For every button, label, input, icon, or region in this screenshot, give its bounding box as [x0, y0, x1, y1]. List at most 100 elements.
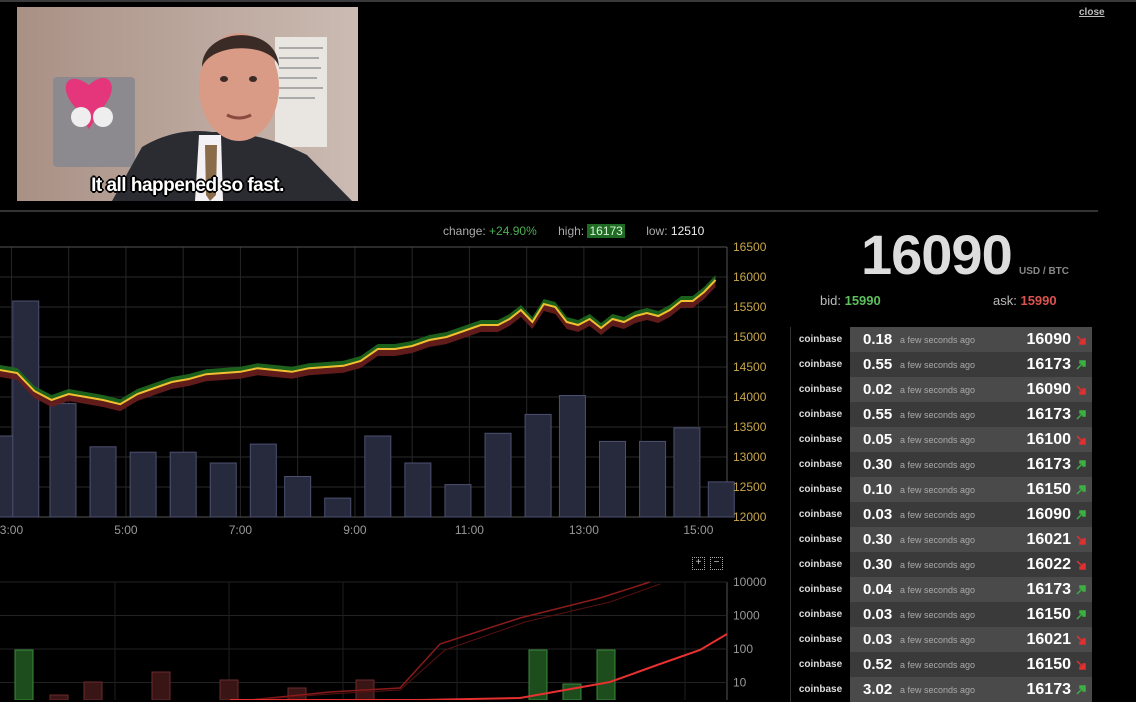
trade-row[interactable]: coinbase 0.30 a few seconds ago 16173	[790, 452, 1092, 477]
trade-exchange: coinbase	[790, 502, 850, 527]
volume-bar	[558, 395, 586, 518]
y-tick-label: 15000	[733, 330, 767, 344]
bid-label: bid:	[820, 293, 841, 308]
trade-body: 0.02 a few seconds ago 16090	[850, 377, 1092, 402]
trade-row[interactable]: coinbase 0.55 a few seconds ago 16173	[790, 352, 1092, 377]
trade-row[interactable]: coinbase 3.02 a few seconds ago 16173	[790, 677, 1092, 702]
trade-price: 16173	[1026, 405, 1072, 423]
arrow-down-icon	[1076, 384, 1086, 395]
trade-exchange: coinbase	[790, 527, 850, 552]
arrow-down-icon	[1076, 559, 1086, 570]
depth-bar	[219, 679, 239, 700]
trade-exchange: coinbase	[790, 552, 850, 577]
trade-exchange: coinbase	[790, 577, 850, 602]
trade-amount: 0.18	[863, 331, 893, 348]
arrow-up-icon	[1076, 584, 1086, 595]
trade-exchange: coinbase	[790, 327, 850, 352]
trade-body: 0.30 a few seconds ago 16021	[850, 527, 1092, 552]
trade-exchange: coinbase	[790, 627, 850, 652]
trade-body: 0.55 a few seconds ago 16173	[850, 352, 1092, 377]
y-tick-label: 16000	[733, 270, 767, 284]
x-tick-label: 7:00	[229, 523, 253, 537]
volume-bar	[209, 462, 237, 518]
trade-row[interactable]: coinbase 0.03 a few seconds ago 16150	[790, 602, 1092, 627]
depth-bar	[83, 681, 103, 700]
price-unit: USD / BTC	[1019, 266, 1069, 277]
volume-bar	[524, 413, 552, 518]
volume-bar	[49, 403, 77, 518]
trade-price: 16173	[1026, 680, 1072, 698]
volume-bar	[284, 476, 312, 518]
trade-row[interactable]: coinbase 0.30 a few seconds ago 16022	[790, 552, 1092, 577]
trade-time: a few seconds ago	[900, 484, 976, 495]
trade-price: 16150	[1026, 480, 1072, 498]
y-tick-label: 13000	[733, 450, 767, 464]
trade-time: a few seconds ago	[900, 334, 976, 345]
x-tick-label: 3:00	[0, 523, 23, 537]
trade-body: 3.02 a few seconds ago 16173	[850, 677, 1092, 702]
ask-display: ask: 15990	[993, 293, 1057, 308]
trade-row[interactable]: coinbase 0.03 a few seconds ago 16090	[790, 502, 1092, 527]
trade-row[interactable]: coinbase 0.18 a few seconds ago 16090	[790, 327, 1092, 352]
trade-time: a few seconds ago	[900, 409, 976, 420]
trade-amount: 0.30	[863, 456, 893, 473]
trade-row[interactable]: coinbase 0.02 a few seconds ago 16090	[790, 377, 1092, 402]
trade-time: a few seconds ago	[900, 534, 976, 545]
last-price: 16090	[861, 223, 1013, 286]
volume-bar	[89, 446, 117, 518]
x-tick-label: 11:00	[455, 523, 484, 537]
volume-bar	[404, 462, 432, 518]
change-value: +24.90%	[489, 224, 537, 238]
section-divider	[0, 210, 1098, 212]
close-link[interactable]: close	[1079, 7, 1105, 18]
trade-amount: 3.02	[863, 681, 893, 698]
arrow-up-icon	[1076, 684, 1086, 695]
trade-body: 0.03 a few seconds ago 16090	[850, 502, 1092, 527]
y-tick-label: 13500	[733, 420, 767, 434]
trade-row[interactable]: coinbase 0.52 a few seconds ago 16150	[790, 652, 1092, 677]
high-value: 16173	[587, 224, 625, 238]
trade-time: a few seconds ago	[900, 509, 976, 520]
trade-exchange: coinbase	[790, 402, 850, 427]
volume-bar	[12, 300, 40, 518]
trade-row[interactable]: coinbase 0.04 a few seconds ago 16173	[790, 577, 1092, 602]
trade-row[interactable]: coinbase 0.05 a few seconds ago 16100	[790, 427, 1092, 452]
x-tick-label: 13:00	[569, 523, 599, 537]
trade-row[interactable]: coinbase 0.55 a few seconds ago 16173	[790, 402, 1092, 427]
trade-exchange: coinbase	[790, 377, 850, 402]
trade-time: a few seconds ago	[900, 559, 976, 570]
trade-amount: 0.30	[863, 556, 893, 573]
volume-bar	[364, 435, 392, 518]
depth-bar	[528, 649, 548, 700]
trade-exchange: coinbase	[790, 477, 850, 502]
arrow-down-icon	[1076, 334, 1086, 345]
trade-row[interactable]: coinbase 0.30 a few seconds ago 16021	[790, 527, 1092, 552]
trade-time: a few seconds ago	[900, 684, 976, 695]
y-tick-label: 10000	[733, 575, 767, 589]
zoom-out-button[interactable]: −	[710, 557, 723, 570]
x-tick-label: 5:00	[114, 523, 138, 537]
depth-chart[interactable]: 10 100 1000 10000	[0, 572, 780, 700]
trade-price: 16090	[1026, 380, 1072, 398]
arrow-up-icon	[1076, 509, 1086, 520]
arrow-down-icon	[1076, 659, 1086, 670]
trade-row[interactable]: coinbase 0.03 a few seconds ago 16021	[790, 627, 1092, 652]
volume-bar	[169, 451, 197, 518]
trade-body: 0.18 a few seconds ago 16090	[850, 327, 1092, 352]
trade-time: a few seconds ago	[900, 459, 976, 470]
price-line	[0, 279, 717, 406]
volume-bar	[324, 497, 352, 518]
trade-price: 16150	[1026, 655, 1072, 673]
trade-row[interactable]: coinbase 0.10 a few seconds ago 16150	[790, 477, 1092, 502]
trade-amount: 0.04	[863, 581, 893, 598]
trade-exchange: coinbase	[790, 677, 850, 702]
low-value: 12510	[670, 224, 705, 238]
trade-list[interactable]: coinbase 0.18 a few seconds ago 16090 coinba…	[790, 327, 1092, 702]
x-tick-label: 15:00	[683, 523, 713, 537]
price-volume-chart[interactable]: 12000 12500 13000 13500 14000 14500 15000 15500…	[0, 237, 780, 542]
trade-price: 16022	[1026, 555, 1072, 573]
trade-body: 0.03 a few seconds ago 16150	[850, 602, 1092, 627]
trade-exchange: coinbase	[790, 452, 850, 477]
zoom-in-button[interactable]: +	[692, 557, 705, 570]
volume-bar	[599, 440, 627, 518]
